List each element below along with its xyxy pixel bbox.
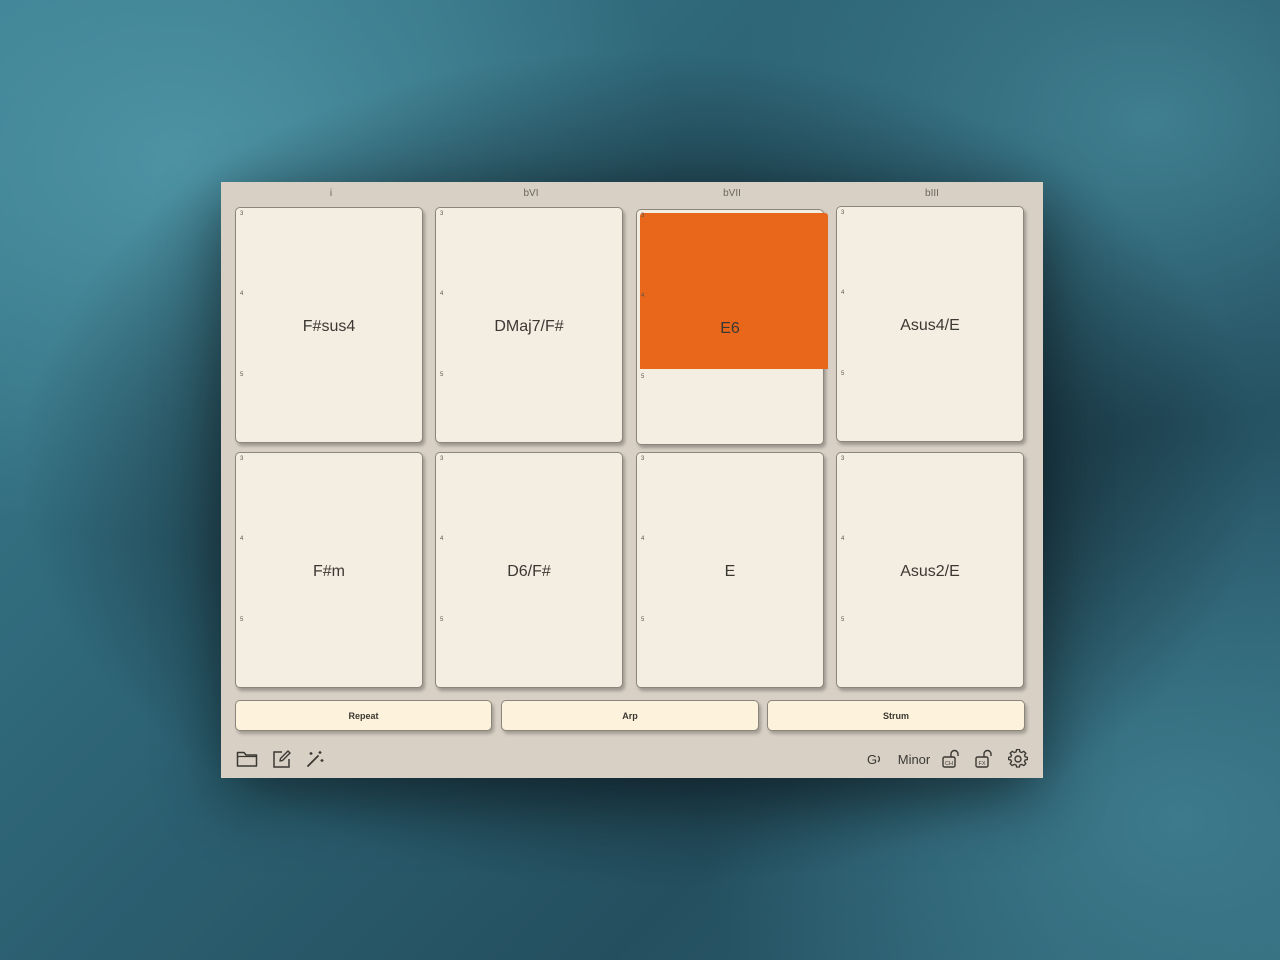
fret-label: 5 bbox=[841, 371, 845, 377]
lock-ch-label: CH bbox=[945, 761, 953, 767]
fret-label: 3 bbox=[641, 213, 645, 219]
magic-wand-button[interactable] bbox=[303, 748, 327, 770]
fret-label: 4 bbox=[440, 291, 444, 297]
column-label-i: i bbox=[329, 188, 333, 199]
chord-pad-2[interactable]: 3 4 5 DMaj7/F# bbox=[435, 207, 623, 443]
lock-fx-icon: FX bbox=[975, 749, 992, 768]
edit-icon bbox=[273, 750, 291, 768]
chord-pad-4[interactable]: 3 4 5 Asus4/E bbox=[836, 206, 1024, 442]
fret-label: 5 bbox=[240, 372, 244, 378]
key-label: G bbox=[866, 751, 878, 767]
lock-fx-label: FX bbox=[978, 761, 985, 767]
folder-button[interactable] bbox=[235, 748, 259, 770]
scale-label: Minor bbox=[897, 751, 931, 767]
fret-label: 3 bbox=[240, 211, 244, 217]
fret-label: 3 bbox=[440, 456, 444, 462]
fret-label: 3 bbox=[641, 456, 645, 462]
lock-ch-icon: CH bbox=[942, 749, 959, 768]
chord-pad-7[interactable]: 3 4 5 E bbox=[636, 452, 824, 688]
column-label-bvi: bVI bbox=[523, 188, 539, 199]
fret-label: 3 bbox=[841, 456, 845, 462]
lock-fx-button[interactable]: FX bbox=[973, 748, 997, 770]
folder-icon bbox=[236, 751, 258, 767]
column-label-bvii: bVII bbox=[723, 188, 741, 199]
chord-name: D6/F# bbox=[507, 563, 551, 580]
settings-button[interactable] bbox=[1006, 748, 1030, 770]
fret-label: 4 bbox=[841, 536, 845, 542]
fret-label: 5 bbox=[440, 372, 444, 378]
chord-pad-1[interactable]: 3 4 5 F#sus4 bbox=[235, 207, 423, 443]
chord-pad-panel: i bVI bVII bIII 3 4 5 F#sus4 3 4 5 DMaj7… bbox=[221, 182, 1043, 778]
active-pad-highlight bbox=[640, 213, 828, 369]
chord-pad-6[interactable]: 3 4 5 D6/F# bbox=[435, 452, 623, 688]
chord-name: F#m bbox=[313, 563, 345, 580]
strum-button[interactable]: Strum bbox=[767, 700, 1025, 731]
key-selector[interactable]: G bbox=[865, 748, 887, 770]
fret-label: 4 bbox=[240, 291, 244, 297]
edit-button[interactable] bbox=[270, 748, 294, 770]
chord-name: F#sus4 bbox=[302, 318, 356, 335]
fret-label: 3 bbox=[440, 211, 444, 217]
lock-ch-button[interactable]: CH bbox=[940, 748, 964, 770]
chord-pad-5[interactable]: 3 4 5 F#m bbox=[235, 452, 423, 688]
fret-label: 4 bbox=[841, 290, 845, 296]
chord-name: DMaj7/F# bbox=[494, 318, 564, 335]
chord-name: Asus4/E bbox=[900, 317, 960, 334]
fret-label: 5 bbox=[440, 617, 444, 623]
fret-label: 3 bbox=[240, 456, 244, 462]
chord-pad-3-active[interactable]: 3 4 5 E6 bbox=[636, 209, 828, 445]
arp-button[interactable]: Arp bbox=[501, 700, 759, 731]
fret-label: 4 bbox=[240, 536, 244, 542]
scale-selector[interactable]: Minor bbox=[895, 748, 933, 770]
fret-label: 5 bbox=[841, 617, 845, 623]
chord-name: E6 bbox=[720, 320, 740, 337]
fret-label: 4 bbox=[440, 536, 444, 542]
fret-label: 3 bbox=[841, 210, 845, 216]
sound-icon bbox=[877, 755, 881, 763]
chord-name: Asus2/E bbox=[900, 563, 960, 580]
fret-label: 5 bbox=[240, 617, 244, 623]
fret-label: 4 bbox=[641, 293, 645, 299]
chord-pad-8[interactable]: 3 4 5 Asus2/E bbox=[836, 452, 1024, 688]
gear-icon bbox=[1008, 749, 1028, 768]
magic-wand-icon bbox=[307, 751, 324, 767]
column-label-biii: bIII bbox=[925, 188, 939, 199]
fret-label: 5 bbox=[641, 617, 645, 623]
fret-label: 4 bbox=[641, 536, 645, 542]
repeat-button[interactable]: Repeat bbox=[235, 700, 492, 731]
chord-name: E bbox=[724, 563, 736, 580]
fret-label: 5 bbox=[641, 374, 645, 380]
